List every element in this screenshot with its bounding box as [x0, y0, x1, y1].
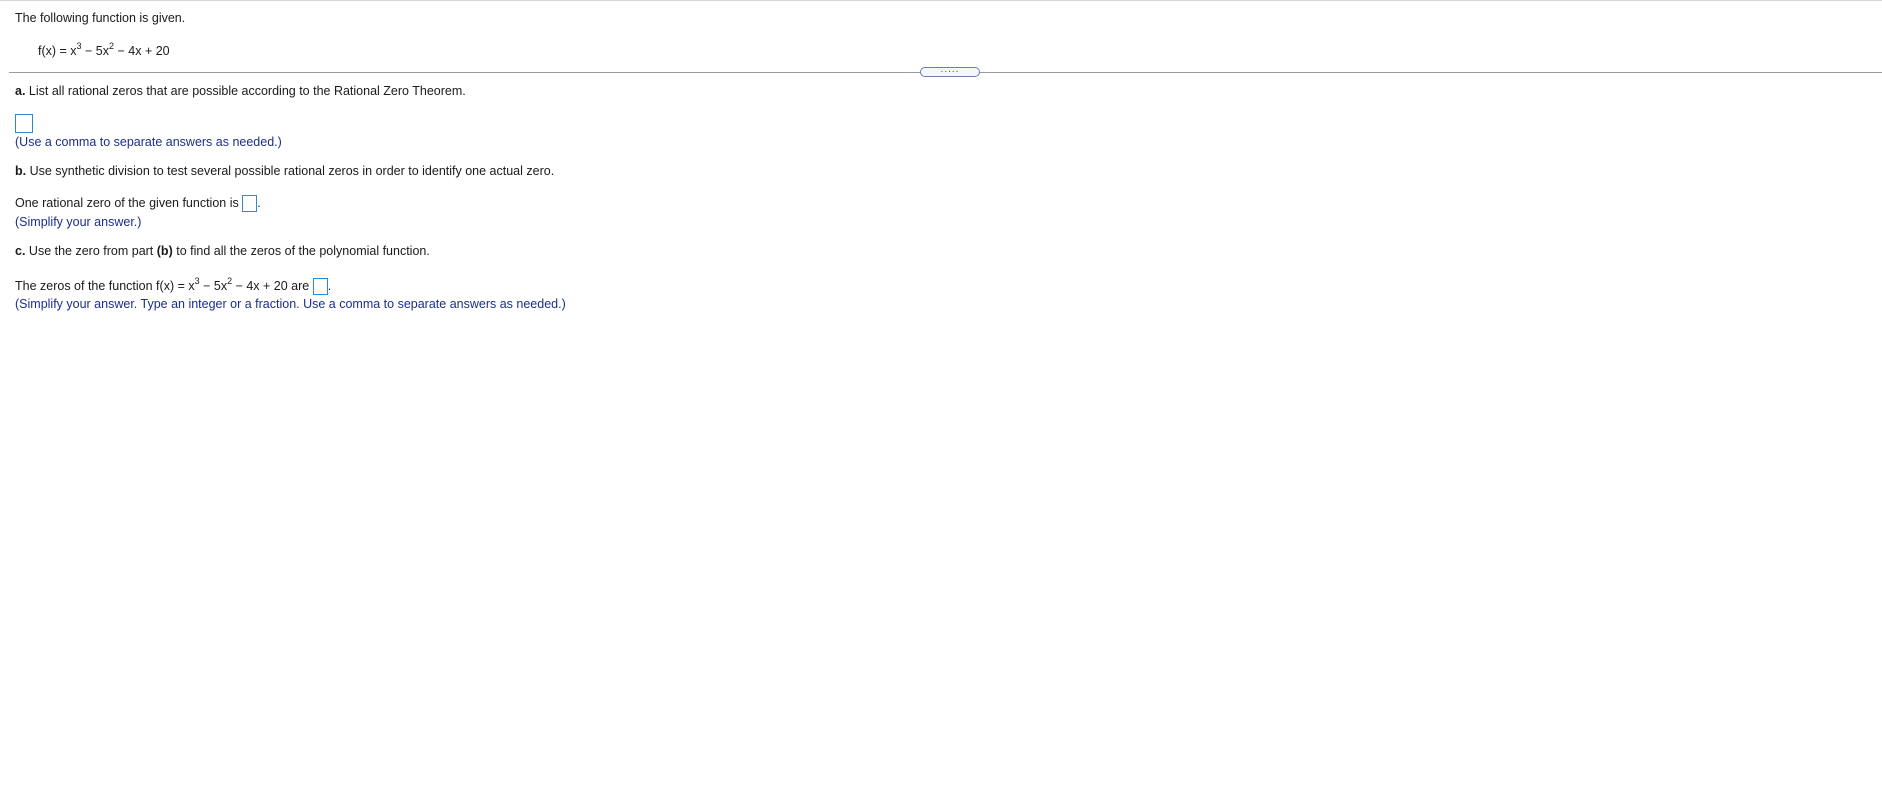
part-b-prompt-text: Use synthetic division to test several p… — [29, 164, 555, 178]
part-c-prompt-start: Use the zero from part — [28, 244, 154, 258]
part-b-answer-row: One rational zero of the given function … — [15, 195, 261, 212]
part-c-middle-term: − 5x — [199, 278, 228, 293]
ellipsis-icon: ..... — [940, 64, 960, 75]
function-definition: f(x) = x3 − 5x2 − 4x + 20 — [38, 40, 170, 59]
part-c-prompt-reference: (b) — [156, 244, 173, 258]
part-b-period: . — [257, 195, 261, 210]
part-a-prompt: a. List all rational zeros that are poss… — [15, 84, 466, 99]
part-c-hint: (Simplify your answer. Type an integer o… — [15, 297, 566, 311]
function-exponent-2: 2 — [109, 40, 115, 51]
part-b-answer-input[interactable] — [242, 195, 258, 212]
intro-text: The following function is given. — [15, 11, 186, 25]
part-c-letter: c. — [15, 244, 26, 258]
function-lhs: f(x) = x — [38, 44, 77, 58]
part-c-exponent-2: 2 — [227, 275, 233, 286]
part-c-answer-label-end: − 4x + 20 are — [232, 278, 310, 293]
part-a-answer-row — [15, 114, 33, 133]
expand-collapse-button[interactable]: ..... — [920, 64, 980, 77]
function-exponent-3: 3 — [76, 40, 82, 51]
part-c-answer-input[interactable] — [312, 278, 328, 295]
part-a-hint: (Use a comma to separate answers as need… — [15, 135, 282, 149]
top-border — [0, 0, 1882, 1]
part-c-period: . — [327, 278, 332, 293]
part-a-prompt-text: List all rational zeros that are possibl… — [28, 84, 466, 98]
part-b-prompt: b. Use synthetic division to test severa… — [15, 164, 554, 179]
part-c-answer-row: The zeros of the function f(x) = x3 − 5x… — [15, 275, 332, 295]
part-c-prompt-end: to find all the zeros of the polynomial … — [176, 244, 430, 258]
part-a-answer-input[interactable] — [15, 114, 33, 133]
part-c-prompt: c. Use the zero from part (b) to find al… — [15, 244, 430, 259]
function-middle-term: − 5x — [81, 44, 110, 58]
part-b-answer-label: One rational zero of the given function … — [15, 195, 239, 210]
part-a-letter: a. — [15, 84, 26, 98]
part-b-hint: (Simplify your answer.) — [15, 215, 142, 229]
part-c-exponent-3: 3 — [194, 275, 200, 286]
part-b-letter: b. — [15, 164, 27, 178]
part-c-answer-label: The zeros of the function f(x) = x — [15, 278, 195, 293]
function-rhs: − 4x + 20 — [114, 44, 170, 58]
